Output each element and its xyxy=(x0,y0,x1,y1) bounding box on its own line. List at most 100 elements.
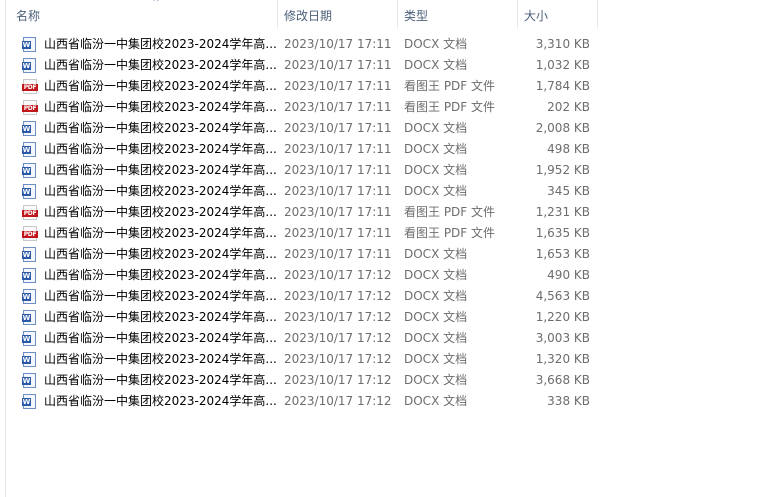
file-type: DOCX 文档 xyxy=(404,394,468,408)
docx-icon: W xyxy=(22,121,38,136)
file-name[interactable]: 山西省临汾一中集团校2023-2024学年高... xyxy=(44,265,276,286)
file-row[interactable]: W 山西省临汾一中集团校2023-2024学年高... 2023/10/17 17:… xyxy=(6,307,760,328)
docx-icon: W xyxy=(22,163,38,178)
file-name[interactable]: 山西省临汾一中集团校2023-2024学年高... xyxy=(44,160,276,181)
file-name[interactable]: 山西省临汾一中集团校2023-2024学年高... xyxy=(44,76,276,97)
pdf-icon: PDF xyxy=(22,205,38,220)
file-size: 498 KB xyxy=(547,142,590,156)
file-type: 看图王 PDF 文件 xyxy=(404,100,496,114)
file-size: 1,032 KB xyxy=(535,58,590,72)
file-row[interactable]: W 山西省临汾一中集团校2023-2024学年高... 2023/10/17 17:… xyxy=(6,265,760,286)
docx-icon: W xyxy=(22,184,38,199)
file-type: DOCX 文档 xyxy=(404,142,468,156)
file-type: DOCX 文档 xyxy=(404,247,468,261)
file-size: 1,320 KB xyxy=(535,352,590,366)
file-size: 3,003 KB xyxy=(535,331,590,345)
file-row[interactable]: PDF 山西省临汾一中集团校2023-2024学年高... 2023/10/17 1… xyxy=(6,202,760,223)
file-row[interactable]: W 山西省临汾一中集团校2023-2024学年高... 2023/10/17 17:… xyxy=(6,391,760,412)
file-list: W 山西省临汾一中集团校2023-2024学年高... 2023/10/17 17:… xyxy=(6,34,760,412)
file-name[interactable]: 山西省临汾一中集团校2023-2024学年高... xyxy=(44,328,276,349)
file-name[interactable]: 山西省临汾一中集团校2023-2024学年高... xyxy=(44,307,276,328)
file-modified-date: 2023/10/17 17:11 xyxy=(284,205,392,219)
file-modified-date: 2023/10/17 17:11 xyxy=(284,100,392,114)
file-size: 3,310 KB xyxy=(535,37,590,51)
file-row[interactable]: PDF 山西省临汾一中集团校2023-2024学年高... 2023/10/17 1… xyxy=(6,223,760,244)
column-header-type-label: 类型 xyxy=(404,9,429,23)
column-header-date[interactable]: 修改日期 xyxy=(278,0,398,28)
file-size: 338 KB xyxy=(547,394,590,408)
pdf-icon: PDF xyxy=(22,226,38,241)
file-modified-date: 2023/10/17 17:11 xyxy=(284,184,392,198)
file-name[interactable]: 山西省临汾一中集团校2023-2024学年高... xyxy=(44,181,276,202)
column-header-name-label: 名称 xyxy=(16,9,41,23)
file-name[interactable]: 山西省临汾一中集团校2023-2024学年高... xyxy=(44,223,276,244)
file-type: DOCX 文档 xyxy=(404,268,468,282)
docx-icon: W xyxy=(22,37,38,52)
docx-icon: W xyxy=(22,247,38,262)
file-row[interactable]: W 山西省临汾一中集团校2023-2024学年高... 2023/10/17 17:… xyxy=(6,349,760,370)
file-size: 4,563 KB xyxy=(535,289,590,303)
file-modified-date: 2023/10/17 17:12 xyxy=(284,310,392,324)
file-type: 看图王 PDF 文件 xyxy=(404,205,496,219)
file-modified-date: 2023/10/17 17:11 xyxy=(284,142,392,156)
file-modified-date: 2023/10/17 17:11 xyxy=(284,247,392,261)
file-row[interactable]: W 山西省临汾一中集团校2023-2024学年高... 2023/10/17 17:… xyxy=(6,160,760,181)
file-row[interactable]: W 山西省临汾一中集团校2023-2024学年高... 2023/10/17 17:… xyxy=(6,286,760,307)
docx-icon: W xyxy=(22,331,38,346)
file-size: 1,635 KB xyxy=(535,226,590,240)
file-row[interactable]: W 山西省临汾一中集团校2023-2024学年高... 2023/10/17 17:… xyxy=(6,34,760,55)
file-modified-date: 2023/10/17 17:12 xyxy=(284,352,392,366)
file-row[interactable]: W 山西省临汾一中集团校2023-2024学年高... 2023/10/17 17:… xyxy=(6,370,760,391)
file-size: 1,952 KB xyxy=(535,163,590,177)
file-row[interactable]: W 山西省临汾一中集团校2023-2024学年高... 2023/10/17 17:… xyxy=(6,328,760,349)
file-size: 1,231 KB xyxy=(535,205,590,219)
file-name[interactable]: 山西省临汾一中集团校2023-2024学年高... xyxy=(44,97,276,118)
file-row[interactable]: PDF 山西省临汾一中集团校2023-2024学年高... 2023/10/17 1… xyxy=(6,97,760,118)
docx-icon: W xyxy=(22,373,38,388)
file-name[interactable]: 山西省临汾一中集团校2023-2024学年高... xyxy=(44,202,276,223)
docx-icon: W xyxy=(22,310,38,325)
docx-icon: W xyxy=(22,58,38,73)
file-type: DOCX 文档 xyxy=(404,310,468,324)
file-name[interactable]: 山西省临汾一中集团校2023-2024学年高... xyxy=(44,286,276,307)
file-name[interactable]: 山西省临汾一中集团校2023-2024学年高... xyxy=(44,139,276,160)
file-size: 1,220 KB xyxy=(535,310,590,324)
docx-icon: W xyxy=(22,268,38,283)
column-header-bar: ^ 名称 修改日期 类型 大小 xyxy=(6,0,760,28)
file-size: 1,653 KB xyxy=(535,247,590,261)
file-name[interactable]: 山西省临汾一中集团校2023-2024学年高... xyxy=(44,370,276,391)
file-name[interactable]: 山西省临汾一中集团校2023-2024学年高... xyxy=(44,55,276,76)
file-row[interactable]: W 山西省临汾一中集团校2023-2024学年高... 2023/10/17 17:… xyxy=(6,118,760,139)
column-header-name[interactable]: ^ 名称 xyxy=(16,0,278,28)
file-modified-date: 2023/10/17 17:12 xyxy=(284,373,392,387)
file-type: DOCX 文档 xyxy=(404,331,468,345)
file-type: DOCX 文档 xyxy=(404,289,468,303)
file-name[interactable]: 山西省临汾一中集团校2023-2024学年高... xyxy=(44,244,276,265)
file-modified-date: 2023/10/17 17:12 xyxy=(284,268,392,282)
file-row[interactable]: W 山西省临汾一中集团校2023-2024学年高... 2023/10/17 17:… xyxy=(6,181,760,202)
pdf-icon: PDF xyxy=(22,100,38,115)
file-row[interactable]: PDF 山西省临汾一中集团校2023-2024学年高... 2023/10/17 1… xyxy=(6,76,760,97)
docx-icon: W xyxy=(22,394,38,409)
docx-icon: W xyxy=(22,352,38,367)
file-modified-date: 2023/10/17 17:11 xyxy=(284,226,392,240)
column-header-size[interactable]: 大小 xyxy=(518,0,598,28)
file-name[interactable]: 山西省临汾一中集团校2023-2024学年高... xyxy=(44,349,276,370)
column-header-size-label: 大小 xyxy=(524,9,549,23)
file-type: DOCX 文档 xyxy=(404,352,468,366)
file-name[interactable]: 山西省临汾一中集团校2023-2024学年高... xyxy=(44,391,276,412)
file-modified-date: 2023/10/17 17:12 xyxy=(284,331,392,345)
file-size: 2,008 KB xyxy=(535,121,590,135)
file-size: 490 KB xyxy=(547,268,590,282)
file-name[interactable]: 山西省临汾一中集团校2023-2024学年高... xyxy=(44,34,276,55)
file-modified-date: 2023/10/17 17:11 xyxy=(284,37,392,51)
file-size: 1,784 KB xyxy=(535,79,590,93)
file-modified-date: 2023/10/17 17:12 xyxy=(284,289,392,303)
file-row[interactable]: W 山西省临汾一中集团校2023-2024学年高... 2023/10/17 17:… xyxy=(6,139,760,160)
file-modified-date: 2023/10/17 17:11 xyxy=(284,58,392,72)
file-row[interactable]: W 山西省临汾一中集团校2023-2024学年高... 2023/10/17 17:… xyxy=(6,55,760,76)
docx-icon: W xyxy=(22,289,38,304)
column-header-type[interactable]: 类型 xyxy=(398,0,518,28)
file-row[interactable]: W 山西省临汾一中集团校2023-2024学年高... 2023/10/17 17:… xyxy=(6,244,760,265)
file-name[interactable]: 山西省临汾一中集团校2023-2024学年高... xyxy=(44,118,276,139)
